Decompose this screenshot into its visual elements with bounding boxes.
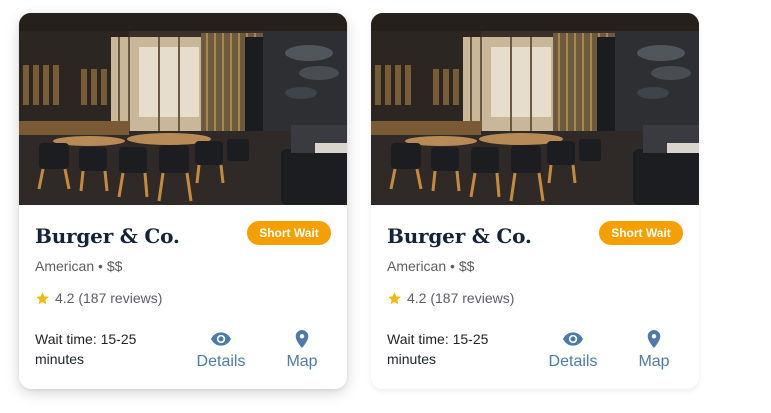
restaurant-name: Burger & Co.: [387, 224, 532, 248]
separator-dot: •: [450, 258, 455, 274]
review-count: (187 reviews): [78, 290, 163, 306]
details-label: Details: [196, 353, 246, 370]
cuisine-price: American • $$: [35, 258, 122, 274]
separator-dot: •: [98, 258, 103, 274]
restaurant-image: [371, 13, 699, 205]
map-button[interactable]: Map: [634, 329, 674, 371]
wait-time-label: Wait time:: [387, 331, 449, 347]
rating: 4.2 (187 reviews): [387, 290, 514, 306]
wait-status-badge: Short Wait: [247, 221, 331, 245]
star-icon: [36, 291, 49, 304]
map-label: Map: [638, 353, 670, 370]
map-pin-icon: [647, 330, 661, 348]
cuisine-label: American: [387, 258, 447, 274]
wait-time-label: Wait time:: [35, 331, 97, 347]
eye-icon: [211, 332, 231, 346]
restaurant-card[interactable]: Burger & Co. Short Wait American • $$ 4.…: [371, 13, 699, 389]
details-button[interactable]: Details: [543, 329, 603, 371]
eye-icon: [563, 332, 583, 346]
price-level: $$: [458, 258, 475, 274]
cuisine-price: American • $$: [387, 258, 474, 274]
price-level: $$: [106, 258, 123, 274]
map-button[interactable]: Map: [282, 329, 322, 371]
rating: 4.2 (187 reviews): [35, 290, 162, 306]
cuisine-label: American: [35, 258, 95, 274]
map-pin-icon: [295, 330, 309, 348]
review-count: (187 reviews): [430, 290, 515, 306]
wait-time: Wait time: 15-25 minutes: [35, 329, 165, 369]
wait-status-badge: Short Wait: [599, 221, 683, 245]
rating-value: 4.2: [55, 290, 75, 306]
restaurant-name: Burger & Co.: [35, 224, 180, 248]
rating-value: 4.2: [407, 290, 427, 306]
wait-time: Wait time: 15-25 minutes: [387, 329, 517, 369]
details-button[interactable]: Details: [191, 329, 251, 371]
restaurant-image: [19, 13, 347, 205]
star-icon: [388, 291, 401, 304]
map-label: Map: [286, 353, 318, 370]
details-label: Details: [548, 353, 598, 370]
restaurant-card[interactable]: Burger & Co. Short Wait American • $$ 4.…: [19, 13, 347, 389]
